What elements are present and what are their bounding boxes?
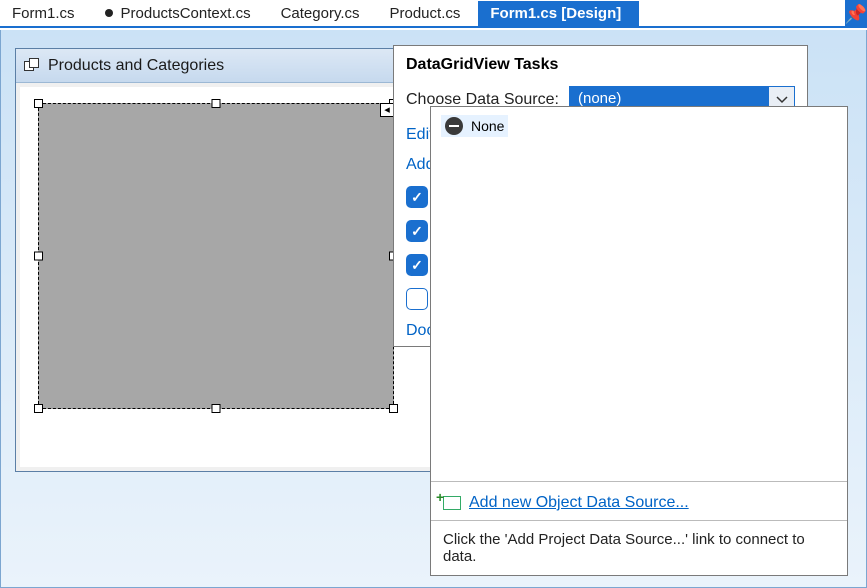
none-icon xyxy=(445,117,463,135)
resize-handle[interactable] xyxy=(212,99,221,108)
resize-handle[interactable] xyxy=(34,252,43,261)
document-tabstrip: Form1.cs ProductsContext.cs Category.cs … xyxy=(0,0,867,28)
form-icon xyxy=(24,58,40,74)
add-object-datasource-link[interactable]: Add new Object Data Source... xyxy=(443,490,835,516)
add-datasource-icon xyxy=(443,496,461,510)
datasource-none-node[interactable]: None xyxy=(441,115,508,137)
pin-toolwindow-icon[interactable]: 📌 xyxy=(845,0,867,28)
designer-surface[interactable]: Products and Categories xyxy=(0,30,867,588)
add-datasource-label: Add new Object Data Source... xyxy=(469,494,689,512)
tasks-panel-title: DataGridView Tasks xyxy=(394,46,807,80)
tab-productscontext-cs[interactable]: ProductsContext.cs xyxy=(93,1,269,26)
smart-tag-glyph-icon[interactable]: ◂ xyxy=(380,103,394,117)
datasource-tree[interactable]: None xyxy=(431,107,847,481)
tab-label: ProductsContext.cs xyxy=(121,5,251,22)
datasource-dropdown-popup: None Add new Object Data Source... Click… xyxy=(430,106,848,576)
checkbox-unchecked-icon[interactable] xyxy=(406,288,428,310)
resize-handle[interactable] xyxy=(34,404,43,413)
datasource-none-label: None xyxy=(471,118,504,134)
datasource-hint: Click the 'Add Project Data Source...' l… xyxy=(431,520,847,575)
checkbox-checked-icon[interactable]: ✓ xyxy=(406,254,428,276)
dirty-indicator-icon xyxy=(105,9,113,17)
checkbox-checked-icon[interactable]: ✓ xyxy=(406,186,428,208)
tab-label: Category.cs xyxy=(281,5,360,22)
tab-label: Form1.cs [Design] xyxy=(490,5,621,22)
tab-form1-design[interactable]: Form1.cs [Design] xyxy=(478,1,639,26)
tab-label: Product.cs xyxy=(390,5,461,22)
tab-label: Form1.cs xyxy=(12,5,75,22)
tab-form1-cs[interactable]: Form1.cs xyxy=(0,1,93,26)
datasource-footer: Add new Object Data Source... xyxy=(431,481,847,520)
resize-handle[interactable] xyxy=(34,99,43,108)
datagridview-control[interactable]: ◂ xyxy=(38,103,394,409)
checkbox-checked-icon[interactable]: ✓ xyxy=(406,220,428,242)
resize-handle[interactable] xyxy=(212,404,221,413)
tab-product-cs[interactable]: Product.cs xyxy=(378,1,479,26)
resize-handle[interactable] xyxy=(389,404,398,413)
tab-category-cs[interactable]: Category.cs xyxy=(269,1,378,26)
